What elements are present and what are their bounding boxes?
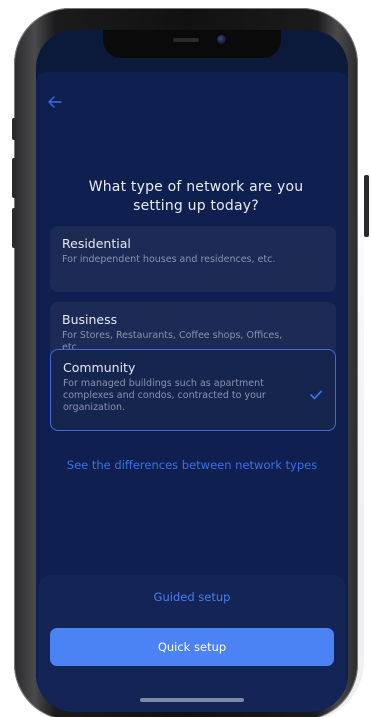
- front-camera-icon: [217, 35, 226, 44]
- app-screen: What type of network are you setting up …: [36, 30, 348, 712]
- home-indicator[interactable]: [140, 698, 244, 702]
- quick-setup-button[interactable]: Quick setup: [50, 628, 334, 666]
- option-description: For independent houses and residences, e…: [62, 254, 276, 265]
- device-notch: [103, 30, 281, 58]
- device-mockup: What type of network are you setting up …: [0, 0, 371, 717]
- mute-switch: [12, 118, 16, 140]
- volume-up-button: [12, 158, 16, 198]
- back-button[interactable]: [48, 93, 66, 109]
- option-title: Community: [63, 360, 136, 375]
- guided-setup-button[interactable]: Guided setup: [36, 590, 348, 604]
- page-title: What type of network are you setting up …: [88, 179, 304, 214]
- volume-down-button: [12, 208, 16, 248]
- check-icon: [310, 385, 322, 400]
- arrow-left-icon: [48, 96, 62, 108]
- network-option-community[interactable]: Community For managed buildings such as …: [50, 349, 336, 431]
- option-title: Residential: [62, 236, 131, 251]
- speaker-grille: [173, 38, 199, 42]
- option-title: Business: [62, 312, 118, 327]
- option-description: For managed buildings such as apartment …: [63, 378, 266, 413]
- power-button: [364, 175, 369, 237]
- network-option-residential[interactable]: Residential For independent houses and r…: [50, 226, 336, 292]
- network-differences-link[interactable]: See the differences between network type…: [60, 457, 324, 473]
